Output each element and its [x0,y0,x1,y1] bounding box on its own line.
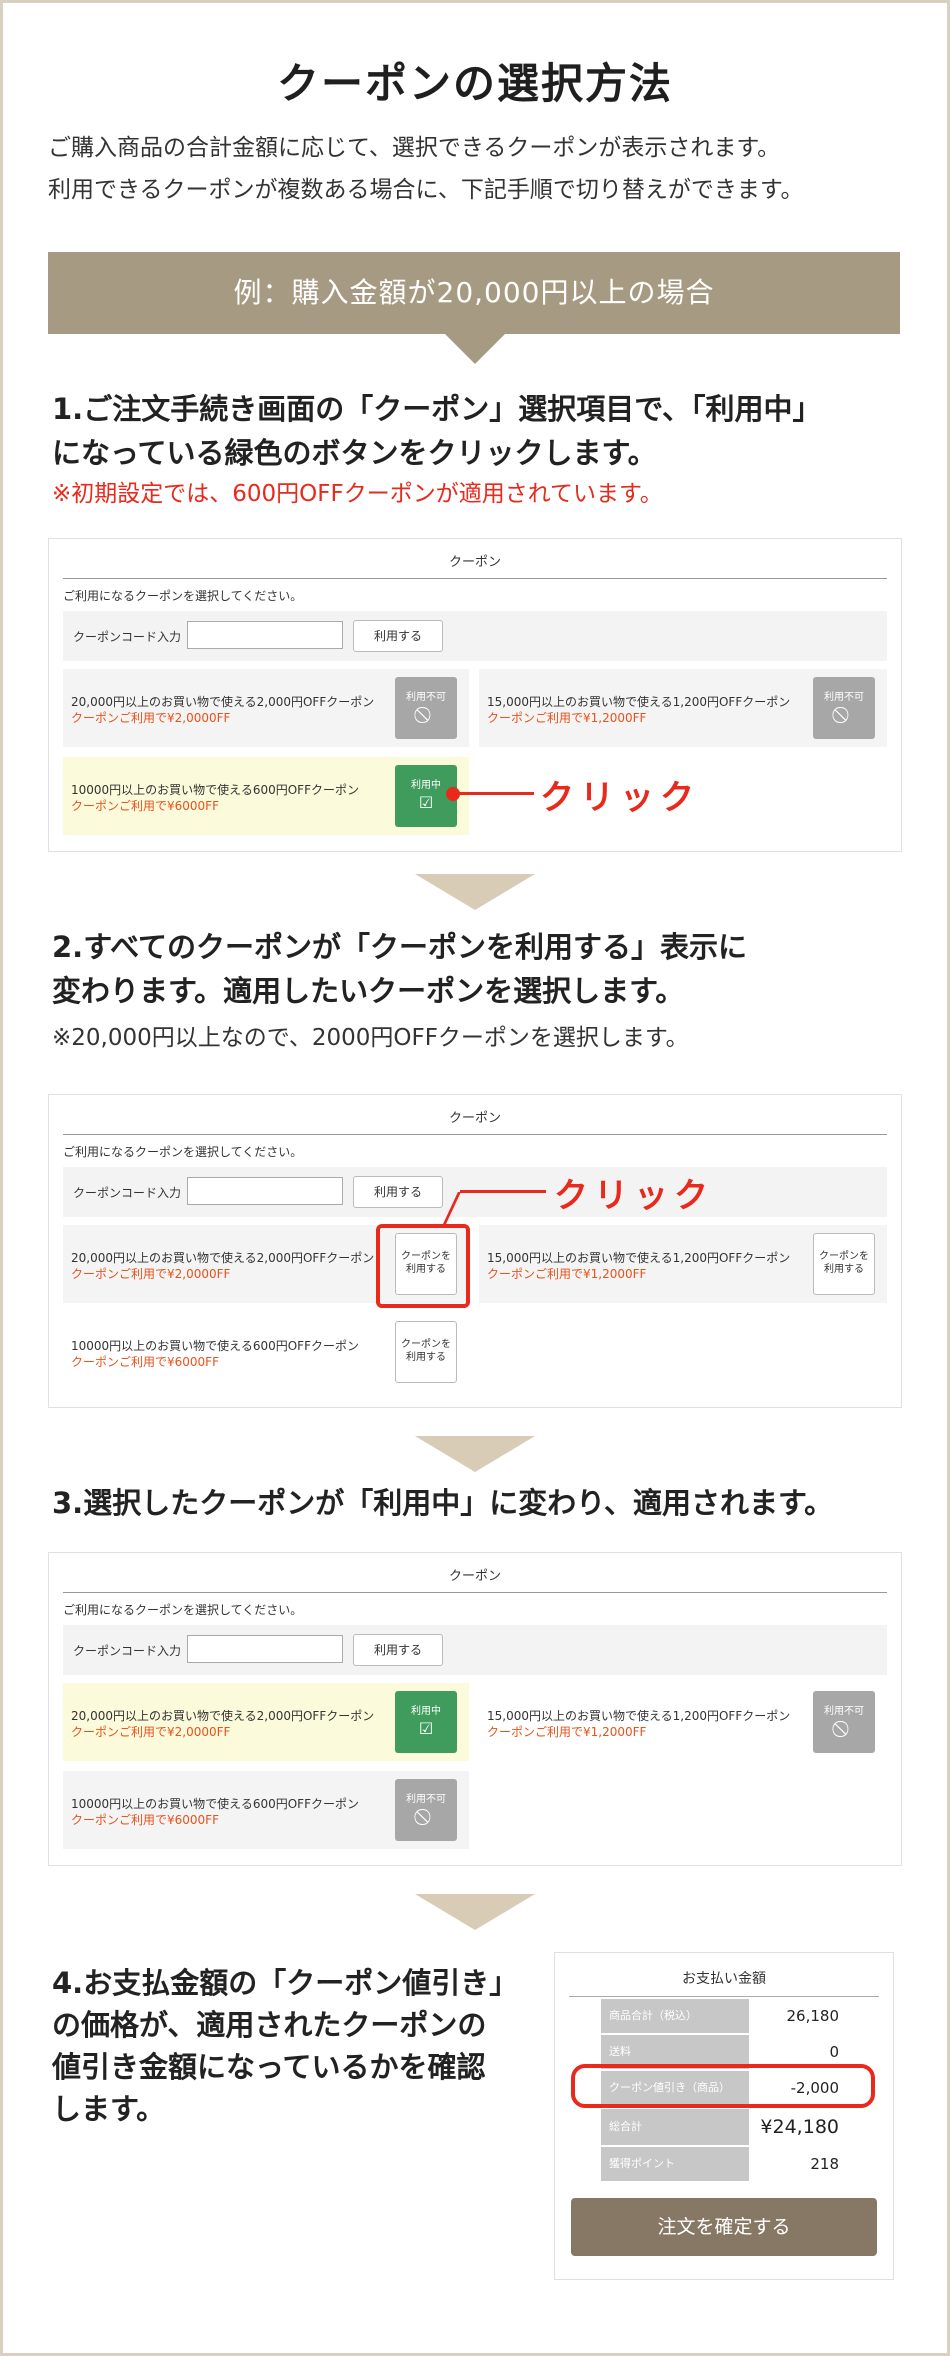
summary-row-points: 獲得ポイント 218 [601,2147,847,2183]
coupon-panel-header: クーポン [63,551,887,579]
coupon-code-apply-button[interactable]: 利用する [353,1634,443,1666]
coupon-title: 15,000円以上のお買い物で使える1,200円OFFクーポン [487,695,791,709]
coupon-panel-step3: クーポン ご利用になるクーポンを選択してください。 クーポンコード入力 利用する… [48,1552,902,1866]
step-arrow-2 [415,1436,535,1472]
page-title: クーポンの選択方法 [276,59,673,108]
step2-line-2: 変わります。適用したいクーポンを選択します。 [52,974,685,1008]
coupon-sub: クーポンご利用で¥6000FF [71,1355,219,1369]
coupon-sub: クーポンご利用で¥6000FF [71,799,219,813]
prohibited-icon: ⃠ [813,706,875,724]
coupon-code-input[interactable] [187,621,343,649]
coupon-title: 15,000円以上のお買い物で使える1,200円OFFクーポン [487,1251,791,1265]
coupon-code-apply-button[interactable]: 利用する [353,620,443,652]
payment-summary-panel: お支払い金額 商品合計（税込） 26,180 送料 0 クーポン値引き（商品） … [554,1952,894,2280]
coupon-panel-header: クーポン [63,1107,887,1135]
summary-row-total: 総合計 ¥24,180 [601,2109,847,2145]
summary-row-subtotal: 商品合計（税込） 26,180 [601,1999,847,2035]
step1-note: ※初期設定では、600円OFFクーポンが適用されています。 [52,481,663,507]
coupon-card-2000: 20,000円以上のお買い物で使える2,000円OFFクーポン クーポンご利用で… [63,669,469,747]
step-arrow-3 [415,1894,535,1930]
coupon-title: 20,000円以上のお買い物で使える2,000円OFFクーポン [71,1251,375,1265]
step4-line-1: 4.お支払金額の「クーポン値引き」 [52,1966,519,2000]
coupon-sub: クーポンご利用で¥1,2000FF [487,711,647,725]
click-annotation-1: クリック [540,778,700,818]
coupon-sub: クーポンご利用で¥2,0000FF [71,1725,231,1739]
coupon-code-apply-button[interactable]: 利用する [353,1176,443,1208]
coupon-disabled-button: 利用不可 ⃠ [813,1691,875,1753]
coupon-code-label: クーポンコード入力 [73,630,182,644]
intro-line-2: 利用できるクーポンが複数ある場合に、下記手順で切り替えができます。 [48,177,804,203]
coupon-sub: クーポンご利用で¥2,0000FF [71,711,231,725]
step1-line-2: になっている緑色のボタンをクリックします。 [52,436,657,470]
click-annotation-2: クリック [554,1176,714,1216]
coupon-card-600: 10000円以上のお買い物で使える600円OFFクーポン クーポンご利用で¥60… [63,757,469,835]
step3-line: 3.選択したクーポンが「利用中」に変わり、適用されます。 [52,1486,834,1520]
coupon-panel-description: ご利用になるクーポンを選択してください。 [63,1603,303,1617]
coupon-card-600: 10000円以上のお買い物で使える600円OFFクーポン クーポンご利用で¥60… [63,1313,469,1391]
click-pointer-line [454,792,534,795]
coupon-title: 10000円以上のお買い物で使える600円OFFクーポン [71,1339,359,1353]
coupon-title: 15,000円以上のお買い物で使える1,200円OFFクーポン [487,1709,791,1723]
coupon-sub: クーポンご利用で¥6000FF [71,1813,219,1827]
coupon-code-row: クーポンコード入力 利用する [63,1625,887,1675]
coupon-disabled-button: 利用不可 ⃠ [813,677,875,739]
coupon-card-1200: 15,000円以上のお買い物で使える1,200円OFFクーポン クーポンご利用で… [479,1225,887,1303]
coupon-panel-description: ご利用になるクーポンを選択してください。 [63,1145,303,1159]
coupon-select-button[interactable]: クーポンを 利用する [395,1321,457,1383]
coupon-sub: クーポンご利用で¥1,2000FF [487,1725,647,1739]
coupon-panel-header: クーポン [63,1565,887,1593]
coupon-title: 10000円以上のお買い物で使える600円OFFクーポン [71,1797,359,1811]
step1-line-1: 1.ご注文手続き画面の「クーポン」選択項目で、「利用中」 [52,392,822,426]
example-banner: 例：購入金額が20,000円以上の場合 [48,252,900,334]
step4-line-4: します。 [52,2092,166,2126]
coupon-sub: クーポンご利用で¥2,0000FF [71,1267,231,1281]
coupon-code-input[interactable] [187,1177,343,1205]
coupon-card-1200: 15,000円以上のお買い物で使える1,200円OFFクーポン クーポンご利用で… [479,669,887,747]
step4-line-3: 値引き金額になっているかを確認 [52,2050,486,2084]
coupon-sub: クーポンご利用で¥1,2000FF [487,1267,647,1281]
payment-summary-header: お支払い金額 [569,1965,879,1997]
coupon-panel-step1: クーポン ご利用になるクーポンを選択してください。 クーポンコード入力 利用する… [48,538,902,852]
coupon-discount-highlight [571,2064,875,2108]
coupon-code-label: クーポンコード入力 [73,1644,182,1658]
banner-pointer [445,334,505,364]
intro-line-1: ご購入商品の合計金額に応じて、選択できるクーポンが表示されます。 [48,135,781,161]
coupon-card-600: 10000円以上のお買い物で使える600円OFFクーポン クーポンご利用で¥60… [63,1771,469,1849]
prohibited-icon: ⃠ [395,706,457,724]
click-highlight-box-2 [376,1224,470,1308]
coupon-title: 20,000円以上のお買い物で使える2,000円OFFクーポン [71,695,375,709]
check-icon: ☑ [418,1719,434,1738]
coupon-panel-step2: クーポン ご利用になるクーポンを選択してください。 クーポンコード入力 利用する… [48,1094,902,1408]
coupon-title: 10000円以上のお買い物で使える600円OFFクーポン [71,783,359,797]
coupon-title: 20,000円以上のお買い物で使える2,000円OFFクーポン [71,1709,375,1723]
coupon-panel-description: ご利用になるクーポンを選択してください。 [63,589,303,603]
step2-line-1: 2.すべてのクーポンが「クーポンを利用する」表示に [52,930,748,964]
confirm-order-button[interactable]: 注文を確定する [571,2198,877,2256]
step4-line-2: の価格が、適用されたクーポンの [52,2008,487,2042]
coupon-select-button[interactable]: クーポンを 利用する [813,1233,875,1295]
coupon-code-input[interactable] [187,1635,343,1663]
prohibited-icon: ⃠ [395,1808,457,1826]
coupon-card-2000: 20,000円以上のお買い物で使える2,000円OFFクーポン クーポンご利用で… [63,1683,469,1761]
step-arrow-1 [415,874,535,910]
coupon-card-1200: 15,000円以上のお買い物で使える1,200円OFFクーポン クーポンご利用で… [479,1683,887,1761]
step2-note: ※20,000円以上なので、2000円OFFクーポンを選択します。 [52,1025,689,1051]
coupon-disabled-button: 利用不可 ⃠ [395,677,457,739]
coupon-in-use-button[interactable]: 利用中 ☑ [395,1691,457,1753]
prohibited-icon: ⃠ [813,1720,875,1738]
coupon-code-row: クーポンコード入力 利用する [63,611,887,661]
coupon-disabled-button: 利用不可 ⃠ [395,1779,457,1841]
coupon-code-label: クーポンコード入力 [73,1186,182,1200]
click-pointer-line-2 [460,1190,546,1193]
